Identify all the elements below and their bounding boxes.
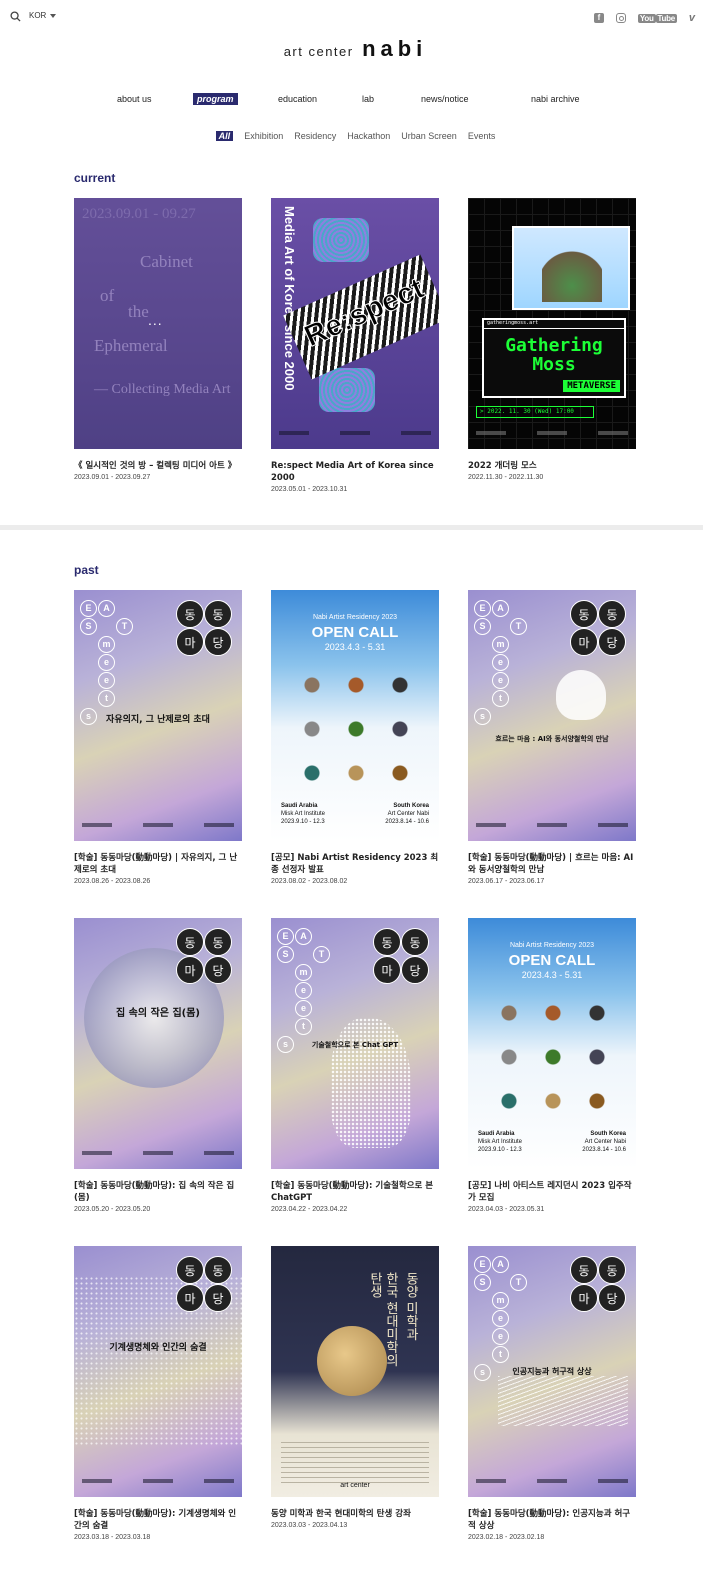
program-card[interactable]: 탄생 한국 현대미학의 동양 미학과 art center 동양 미학과 한국 … xyxy=(271,1246,439,1529)
card-date: 2023.03.18 - 2023.03.18 xyxy=(74,1534,151,1541)
program-card[interactable]: Media Art of Korea since 2000 Re:spect R… xyxy=(271,198,439,493)
card-title[interactable]: [학술] 동동마당(動動마당): 기술철학으로 본 ChatGPT xyxy=(271,1180,439,1204)
nav-item-lab[interactable]: lab xyxy=(362,94,374,104)
category-filters: All Exhibition Residency Hackathon Urban… xyxy=(0,131,711,141)
section-title-current: current xyxy=(74,171,116,185)
card-title[interactable]: 《 일시적인 것의 방 – 컬렉팅 미디어 아트 》 xyxy=(74,460,242,472)
program-card[interactable]: Nabi Artist Residency 2023 OPEN CALL 202… xyxy=(468,918,636,1213)
filter-exhibition[interactable]: Exhibition xyxy=(244,131,283,141)
vimeo-icon[interactable]: v xyxy=(689,12,695,24)
program-card[interactable]: 동동 마당 기계생명체와 인간의 숨결 [학술] 동동마당(動動마당): 기계생… xyxy=(74,1246,242,1541)
filter-hackathon[interactable]: Hackathon xyxy=(347,131,390,141)
program-card[interactable]: E A S T m e e t s 동동 마당 인공지능과 허구적 상상 [학술… xyxy=(468,1246,636,1541)
logo-text-small: art center xyxy=(283,44,354,59)
filter-urban-screen[interactable]: Urban Screen xyxy=(401,131,457,141)
poster-image[interactable]: Nabi Artist Residency 2023 OPEN CALL 202… xyxy=(468,918,636,1169)
search-icon[interactable] xyxy=(10,11,21,22)
poster-image[interactable]: gatheringmoss.art Gathering Moss METAVERS… xyxy=(468,198,636,449)
card-date: 2023.04.03 - 2023.05.31 xyxy=(468,1206,545,1213)
card-title[interactable]: Re:spect Media Art of Korea since 2000 xyxy=(271,460,439,484)
program-card[interactable]: 2023.09.01 - 09.27 Cabinet of the Epheme… xyxy=(74,198,242,481)
poster-image[interactable]: E A S T m e e t s 동동 마당 자유의지, 그 난제로의 초대 xyxy=(74,590,242,841)
nav-item-education[interactable]: education xyxy=(278,94,317,104)
filter-all[interactable]: All xyxy=(215,131,234,141)
poster-image[interactable]: E A S T m e e t s 동동 마당 기술철학으로 본 Chat GP… xyxy=(271,918,439,1169)
filter-events[interactable]: Events xyxy=(468,131,496,141)
card-date: 2023.06.17 - 2023.06.17 xyxy=(468,878,545,885)
instagram-icon[interactable] xyxy=(615,13,626,23)
filter-residency[interactable]: Residency xyxy=(294,131,336,141)
card-title[interactable]: [학술] 동동마당(動動마당): 인공지능과 허구적 상상 xyxy=(468,1508,636,1532)
poster-image[interactable]: Media Art of Korea since 2000 Re:spect xyxy=(271,198,439,449)
poster-image[interactable]: 탄생 한국 현대미학의 동양 미학과 art center xyxy=(271,1246,439,1497)
youtube-icon[interactable]: You Tube xyxy=(637,13,677,23)
program-card[interactable]: Nabi Artist Residency 2023 OPEN CALL 202… xyxy=(271,590,439,885)
section-title-past: past xyxy=(74,563,99,577)
language-selector[interactable]: KOR xyxy=(29,11,57,20)
program-card[interactable]: E A S T m e e t s 동동 마당 기술철학으로 본 Chat GP… xyxy=(271,918,439,1213)
nav-item-about-us[interactable]: about us xyxy=(117,94,152,104)
facebook-icon[interactable]: f xyxy=(593,13,604,23)
nav-item-nabi-archive[interactable]: nabi archive xyxy=(531,94,580,104)
nav-item-program[interactable]: program xyxy=(193,93,238,105)
poster-image[interactable]: Nabi Artist Residency 2023 OPEN CALL 202… xyxy=(271,590,439,841)
poster-image[interactable]: 동동 마당 집 속의 작은 집(몸) xyxy=(74,918,242,1169)
card-title[interactable]: [학술] 동동마당(動動마당) | 자유의지, 그 난제로의 초대 xyxy=(74,852,242,876)
card-date: 2023.09.01 - 2023.09.27 xyxy=(74,474,151,481)
site-logo[interactable]: art center nabi xyxy=(0,36,711,62)
poster-image[interactable]: 2023.09.01 - 09.27 Cabinet of the Epheme… xyxy=(74,198,242,449)
card-title[interactable]: [공모] Nabi Artist Residency 2023 최종 선정자 발… xyxy=(271,852,439,876)
poster-image[interactable]: 동동 마당 기계생명체와 인간의 숨결 xyxy=(74,1246,242,1497)
card-title[interactable]: 동양 미학과 한국 현대미학의 탄생 강좌 xyxy=(271,1508,439,1520)
poster-image[interactable]: E A S T m e e t s 동동 마당 흐르는 마음 : AI와 동서양… xyxy=(468,590,636,841)
more-icon: ... xyxy=(148,312,163,328)
chevron-down-icon xyxy=(50,13,57,18)
section-divider xyxy=(0,525,703,530)
card-title[interactable]: [학술] 동동마당(動動마당): 기계생명체와 인간의 숨결 xyxy=(74,1508,242,1532)
card-title[interactable]: [공모] 나비 아티스트 레지던시 2023 입주작가 모집 xyxy=(468,1180,636,1204)
card-date: 2023.03.03 - 2023.04.13 xyxy=(271,1522,348,1529)
card-date: 2023.05.01 - 2023.10.31 xyxy=(271,486,348,493)
card-date: 2023.08.02 - 2023.08.02 xyxy=(271,878,348,885)
card-title[interactable]: [학술] 동동마당(動動마당): 집 속의 작은 집(몸) xyxy=(74,1180,242,1204)
program-card[interactable]: gatheringmoss.art Gathering Moss METAVERS… xyxy=(468,198,636,481)
social-links: f You Tube v xyxy=(593,12,695,24)
card-date: 2022.11.30 - 2022.11.30 xyxy=(468,474,544,481)
program-card[interactable]: E A S T m e e t s 동동 마당 자유의지, 그 난제로의 초대 … xyxy=(74,590,242,885)
card-date: 2023.04.22 - 2023.04.22 xyxy=(271,1206,348,1213)
nav-item-news-notice[interactable]: news/notice xyxy=(421,94,469,104)
program-card[interactable]: E A S T m e e t s 동동 마당 흐르는 마음 : AI와 동서양… xyxy=(468,590,636,885)
card-title[interactable]: [학술] 동동마당(動動마당) | 흐르는 마음: AI와 동서양철학의 만남 xyxy=(468,852,636,876)
card-date: 2023.08.26 - 2023.08.26 xyxy=(74,878,151,885)
card-title[interactable]: 2022 개더링 모스 xyxy=(468,460,636,472)
top-bar: KOR f You Tube v xyxy=(0,0,711,30)
main-nav: about us program education lab news/noti… xyxy=(0,93,711,108)
language-label: KOR xyxy=(29,11,47,20)
logo-text-big: nabi xyxy=(362,36,428,61)
card-date: 2023.02.18 - 2023.02.18 xyxy=(468,1534,545,1541)
poster-image[interactable]: E A S T m e e t s 동동 마당 인공지능과 허구적 상상 xyxy=(468,1246,636,1497)
program-card[interactable]: 동동 마당 집 속의 작은 집(몸) [학술] 동동마당(動動마당): 집 속의… xyxy=(74,918,242,1213)
card-date: 2023.05.20 - 2023.05.20 xyxy=(74,1206,151,1213)
